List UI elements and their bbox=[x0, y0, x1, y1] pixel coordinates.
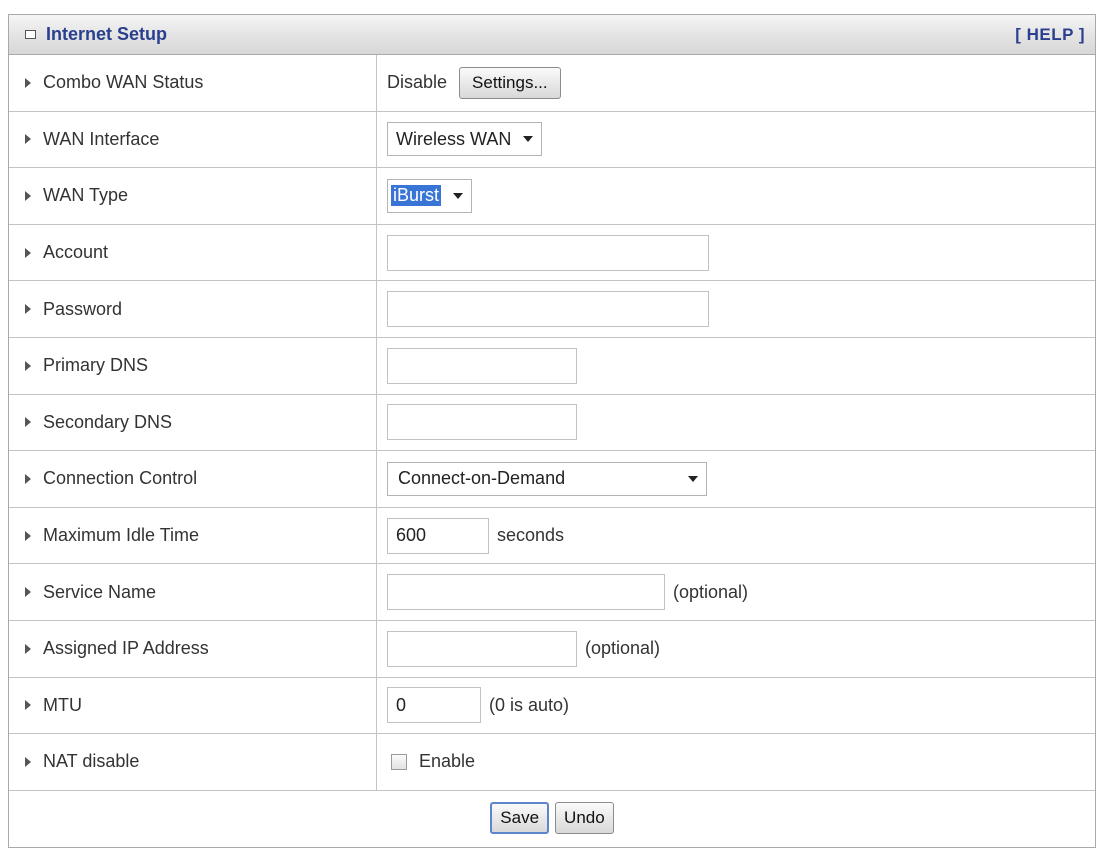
triangle-right-icon bbox=[25, 473, 31, 484]
row-nat-disable: NAT disable Enable bbox=[9, 734, 1095, 791]
wan-interface-select[interactable]: Wireless WAN bbox=[387, 122, 543, 157]
field-label: Service Name bbox=[43, 581, 157, 602]
label-cell: WAN Type bbox=[9, 168, 377, 224]
field-label: Primary DNS bbox=[43, 355, 149, 376]
label-cell: Primary DNS bbox=[9, 337, 377, 394]
optional-label: (optional) bbox=[585, 638, 661, 659]
value-cell: seconds bbox=[377, 508, 1095, 564]
footer-actions: Save Undo bbox=[9, 791, 1095, 846]
select-value: Wireless WAN bbox=[396, 128, 512, 149]
triangle-right-icon bbox=[25, 190, 31, 201]
triangle-right-icon bbox=[25, 134, 31, 145]
field-label: Combo WAN Status bbox=[43, 72, 204, 93]
value-cell bbox=[377, 225, 1095, 281]
triangle-right-icon bbox=[25, 304, 31, 315]
caret-down-icon bbox=[453, 192, 464, 199]
value-cell: (optional) bbox=[377, 621, 1095, 677]
select-value: iBurst bbox=[391, 185, 442, 207]
label-cell: Combo WAN Status bbox=[9, 55, 377, 111]
label-cell: MTU bbox=[9, 677, 377, 734]
checkbox-label: Enable bbox=[419, 751, 476, 772]
panel-header: Internet Setup [ HELP ] bbox=[9, 15, 1095, 55]
service-name-input[interactable] bbox=[387, 574, 665, 611]
triangle-right-icon bbox=[25, 77, 31, 88]
value-cell: Enable bbox=[377, 734, 1095, 790]
row-mtu: MTU (0 is auto) bbox=[9, 677, 1095, 735]
settings-button[interactable]: Settings... bbox=[459, 66, 561, 99]
triangle-right-icon bbox=[25, 530, 31, 541]
field-label: Maximum Idle Time bbox=[43, 525, 200, 546]
wan-type-select[interactable]: iBurst bbox=[387, 178, 473, 213]
max-idle-time-input[interactable] bbox=[387, 517, 489, 554]
row-assigned-ip-address: Assigned IP Address (optional) bbox=[9, 620, 1095, 678]
triangle-right-icon bbox=[25, 360, 31, 371]
triangle-right-icon bbox=[25, 247, 31, 258]
label-cell: Account bbox=[9, 224, 377, 281]
triangle-right-icon bbox=[25, 417, 31, 428]
label-cell: Password bbox=[9, 281, 377, 337]
internet-setup-panel: Internet Setup [ HELP ] Combo WAN Status… bbox=[8, 14, 1096, 848]
row-wan-interface: WAN Interface Wireless WAN bbox=[9, 111, 1095, 169]
row-account: Account bbox=[9, 224, 1095, 282]
value-cell: Connect-on-Demand bbox=[377, 451, 1095, 507]
triangle-right-icon bbox=[25, 643, 31, 654]
mtu-input[interactable] bbox=[387, 687, 481, 724]
square-icon bbox=[25, 30, 36, 39]
value-cell bbox=[377, 395, 1095, 451]
field-label: Secondary DNS bbox=[43, 411, 173, 432]
label-cell: Service Name bbox=[9, 564, 377, 620]
field-label: MTU bbox=[43, 694, 82, 715]
header-left: Internet Setup bbox=[25, 24, 167, 45]
triangle-right-icon bbox=[25, 756, 31, 767]
row-maximum-idle-time: Maximum Idle Time seconds bbox=[9, 507, 1095, 565]
label-cell: Secondary DNS bbox=[9, 394, 377, 451]
optional-label: (optional) bbox=[673, 581, 749, 602]
row-combo-wan-status: Combo WAN Status Disable Settings... bbox=[9, 55, 1095, 112]
combo-wan-status-value: Disable bbox=[387, 72, 448, 93]
label-cell: NAT disable bbox=[9, 734, 377, 790]
triangle-right-icon bbox=[25, 700, 31, 711]
field-label: Assigned IP Address bbox=[43, 638, 209, 659]
row-password: Password bbox=[9, 281, 1095, 338]
mtu-hint-label: (0 is auto) bbox=[489, 694, 570, 715]
value-cell: Wireless WAN bbox=[377, 112, 1095, 168]
field-label: Account bbox=[43, 242, 109, 263]
value-cell: (optional) bbox=[377, 564, 1095, 620]
label-cell: Connection Control bbox=[9, 451, 377, 507]
save-button[interactable]: Save bbox=[490, 802, 550, 835]
caret-down-icon bbox=[688, 475, 698, 482]
seconds-label: seconds bbox=[497, 525, 565, 546]
secondary-dns-input[interactable] bbox=[387, 404, 577, 441]
primary-dns-input[interactable] bbox=[387, 347, 577, 384]
label-cell: WAN Interface bbox=[9, 111, 377, 168]
row-connection-control: Connection Control Connect-on-Demand bbox=[9, 451, 1095, 508]
assigned-ip-input[interactable] bbox=[387, 630, 577, 667]
field-label: WAN Type bbox=[43, 185, 129, 206]
label-cell: Maximum Idle Time bbox=[9, 507, 377, 564]
page-title: Internet Setup bbox=[46, 24, 168, 44]
help-link[interactable]: [ HELP ] bbox=[1015, 25, 1085, 45]
value-cell bbox=[377, 281, 1095, 337]
value-cell: Disable Settings... bbox=[377, 55, 1095, 111]
value-cell: (0 is auto) bbox=[377, 678, 1095, 734]
row-wan-type: WAN Type iBurst bbox=[9, 168, 1095, 225]
undo-button[interactable]: Undo bbox=[555, 802, 614, 835]
nat-enable-checkbox[interactable] bbox=[391, 753, 407, 770]
field-label: Connection Control bbox=[43, 468, 198, 489]
account-input[interactable] bbox=[387, 234, 709, 271]
connection-control-select[interactable]: Connect-on-Demand bbox=[387, 461, 707, 496]
field-label: Password bbox=[43, 298, 123, 319]
value-cell: iBurst bbox=[377, 168, 1095, 224]
row-secondary-dns: Secondary DNS bbox=[9, 394, 1095, 452]
select-value: Connect-on-Demand bbox=[398, 468, 566, 489]
row-service-name: Service Name (optional) bbox=[9, 564, 1095, 621]
caret-down-icon bbox=[523, 136, 534, 143]
label-cell: Assigned IP Address bbox=[9, 620, 377, 677]
triangle-right-icon bbox=[25, 587, 31, 598]
field-label: NAT disable bbox=[43, 751, 140, 772]
password-input[interactable] bbox=[387, 291, 709, 328]
value-cell bbox=[377, 338, 1095, 394]
field-label: WAN Interface bbox=[43, 128, 160, 149]
row-primary-dns: Primary DNS bbox=[9, 337, 1095, 395]
